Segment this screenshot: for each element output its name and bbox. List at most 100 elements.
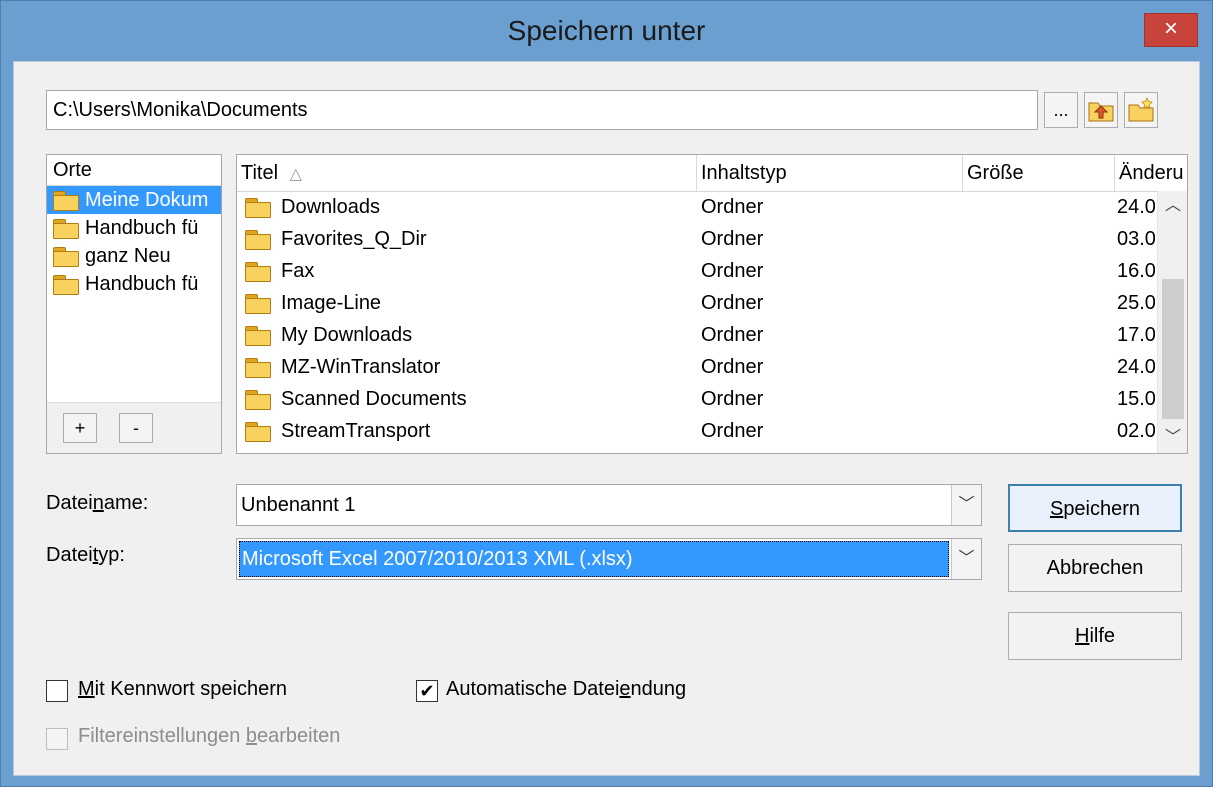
- column-size-label: Größe: [967, 162, 1024, 184]
- file-modified: 15.0: [1117, 388, 1155, 410]
- remove-place-button[interactable]: -: [119, 413, 153, 443]
- folder-icon: [245, 230, 271, 250]
- file-name: StreamTransport: [281, 420, 431, 442]
- place-item[interactable]: ganz Neu: [47, 242, 221, 270]
- sort-indicator-icon: △: [289, 166, 302, 183]
- place-item[interactable]: Handbuch fü: [47, 270, 221, 298]
- places-header: Orte: [47, 155, 221, 186]
- filetype-select[interactable]: Microsoft Excel 2007/2010/2013 XML (.xls…: [236, 538, 982, 580]
- column-size[interactable]: Größe: [963, 155, 1115, 191]
- password-checkbox[interactable]: [46, 680, 68, 702]
- filter-settings-checkbox: [46, 728, 68, 750]
- file-name: Favorites_Q_Dir: [281, 228, 427, 250]
- file-name: Downloads: [281, 196, 380, 218]
- file-type: Ordner: [701, 196, 764, 218]
- file-modified: 24.0: [1117, 196, 1155, 218]
- folder-icon: [245, 326, 271, 346]
- close-icon: ×: [1163, 15, 1178, 42]
- folder-up-button[interactable]: [1084, 92, 1118, 128]
- file-list: Titel △ Inhaltstyp Größe Änderu Download…: [236, 154, 1188, 454]
- column-title[interactable]: Titel △: [237, 155, 697, 191]
- file-list-header: Titel △ Inhaltstyp Größe Änderu: [237, 155, 1187, 192]
- file-type: Ordner: [701, 420, 764, 442]
- column-title-label: Titel: [241, 162, 279, 184]
- file-row[interactable]: Scanned Documents Ordner 15.0: [237, 383, 1155, 415]
- place-item-label: Handbuch fü: [85, 273, 199, 295]
- column-modified-label: Änderu: [1119, 162, 1184, 184]
- filetype-dropdown-icon[interactable]: ﹀: [951, 539, 981, 579]
- folder-icon: [53, 275, 79, 295]
- file-row[interactable]: My Downloads Ordner 17.0: [237, 319, 1155, 351]
- places-buttons: + -: [47, 402, 221, 453]
- file-name: Scanned Documents: [281, 388, 467, 410]
- folder-icon: [245, 294, 271, 314]
- cancel-button[interactable]: Abbrechen: [1008, 544, 1182, 592]
- folder-icon: [53, 247, 79, 267]
- folder-icon: [245, 358, 271, 378]
- file-type: Ordner: [701, 356, 764, 378]
- add-place-button[interactable]: +: [63, 413, 97, 443]
- file-modified: 16.0: [1117, 260, 1155, 282]
- vertical-scrollbar[interactable]: ︿ ﹀: [1157, 191, 1187, 453]
- add-place-label: +: [74, 418, 86, 438]
- auto-extension-checkbox[interactable]: ✔: [416, 680, 438, 702]
- filetype-value: Microsoft Excel 2007/2010/2013 XML (.xls…: [239, 541, 949, 577]
- file-row[interactable]: MZ-WinTranslator Ordner 24.0: [237, 351, 1155, 383]
- folder-icon: [53, 191, 79, 211]
- column-modified[interactable]: Änderu: [1115, 155, 1187, 191]
- new-folder-button[interactable]: [1124, 92, 1158, 128]
- place-item[interactable]: Meine Dokum: [47, 186, 221, 214]
- file-row[interactable]: StreamTransport Ordner 02.0: [237, 415, 1155, 447]
- help-button[interactable]: Hilfe: [1008, 612, 1182, 660]
- dialog-body: C:\Users\Monika\Documents ... Orte Meine…: [13, 61, 1200, 776]
- new-folder-icon: [1128, 96, 1154, 122]
- file-row[interactable]: Image-Line Ordner 25.0: [237, 287, 1155, 319]
- place-item-label: Meine Dokum: [85, 189, 209, 211]
- file-modified: 25.0: [1117, 292, 1155, 314]
- file-type: Ordner: [701, 324, 764, 346]
- folder-icon: [53, 219, 79, 239]
- filename-label: Dateiname:: [46, 492, 149, 514]
- filename-dropdown-icon[interactable]: ﹀: [951, 485, 981, 525]
- places-panel: Orte Meine Dokum Handbuch fü ganz Neu Handb…: [46, 154, 222, 454]
- place-item-label: Handbuch fü: [85, 217, 199, 239]
- scroll-thumb[interactable]: [1162, 279, 1184, 419]
- folder-icon: [245, 422, 271, 442]
- file-modified: 17.0: [1117, 324, 1155, 346]
- file-modified: 24.0: [1117, 356, 1155, 378]
- column-content-type[interactable]: Inhaltstyp: [697, 155, 963, 191]
- path-input[interactable]: C:\Users\Monika\Documents: [46, 90, 1038, 130]
- file-modified: 03.0: [1117, 228, 1155, 250]
- close-button[interactable]: ×: [1144, 13, 1198, 47]
- places-list: Meine Dokum Handbuch fü ganz Neu Handbuch f…: [47, 186, 221, 298]
- file-type: Ordner: [701, 260, 764, 282]
- auto-extension-checkbox-label[interactable]: Automatische Dateiendung: [446, 678, 686, 701]
- dialog-title: Speichern unter: [507, 15, 706, 46]
- filename-input[interactable]: Unbenannt 1 ﹀: [236, 484, 982, 526]
- file-type: Ordner: [701, 292, 764, 314]
- scroll-up-icon[interactable]: ︿: [1158, 191, 1187, 221]
- password-checkbox-label[interactable]: Mit Kennwort speichern: [78, 678, 287, 701]
- folder-icon: [245, 198, 271, 218]
- save-button[interactable]: Speichern: [1008, 484, 1182, 532]
- file-modified: 02.0: [1117, 420, 1155, 442]
- file-row[interactable]: Favorites_Q_Dir Ordner 03.0: [237, 223, 1155, 255]
- save-as-dialog: Speichern unter × C:\Users\Monika\Docume…: [0, 0, 1213, 787]
- place-item[interactable]: Handbuch fü: [47, 214, 221, 242]
- remove-place-label: -: [133, 418, 139, 438]
- title-bar[interactable]: Speichern unter ×: [1, 1, 1212, 61]
- file-name: My Downloads: [281, 324, 413, 346]
- browse-button[interactable]: ...: [1044, 92, 1078, 128]
- file-row[interactable]: Fax Ordner 16.0: [237, 255, 1155, 287]
- filetype-label: Dateityp:: [46, 544, 125, 566]
- scroll-down-icon[interactable]: ﹀: [1158, 423, 1187, 453]
- folder-up-icon: [1088, 102, 1114, 122]
- file-name: Fax: [281, 260, 315, 282]
- folder-icon: [245, 390, 271, 410]
- file-rows: Downloads Ordner 24.0 Favorites_Q_Dir Ordner…: [237, 191, 1155, 447]
- filter-settings-checkbox-label: Filtereinstellungen bearbeiten: [78, 725, 341, 747]
- file-name: MZ-WinTranslator: [281, 356, 441, 378]
- browse-label: ...: [1053, 100, 1069, 120]
- folder-icon: [245, 262, 271, 282]
- file-row[interactable]: Downloads Ordner 24.0: [237, 191, 1155, 223]
